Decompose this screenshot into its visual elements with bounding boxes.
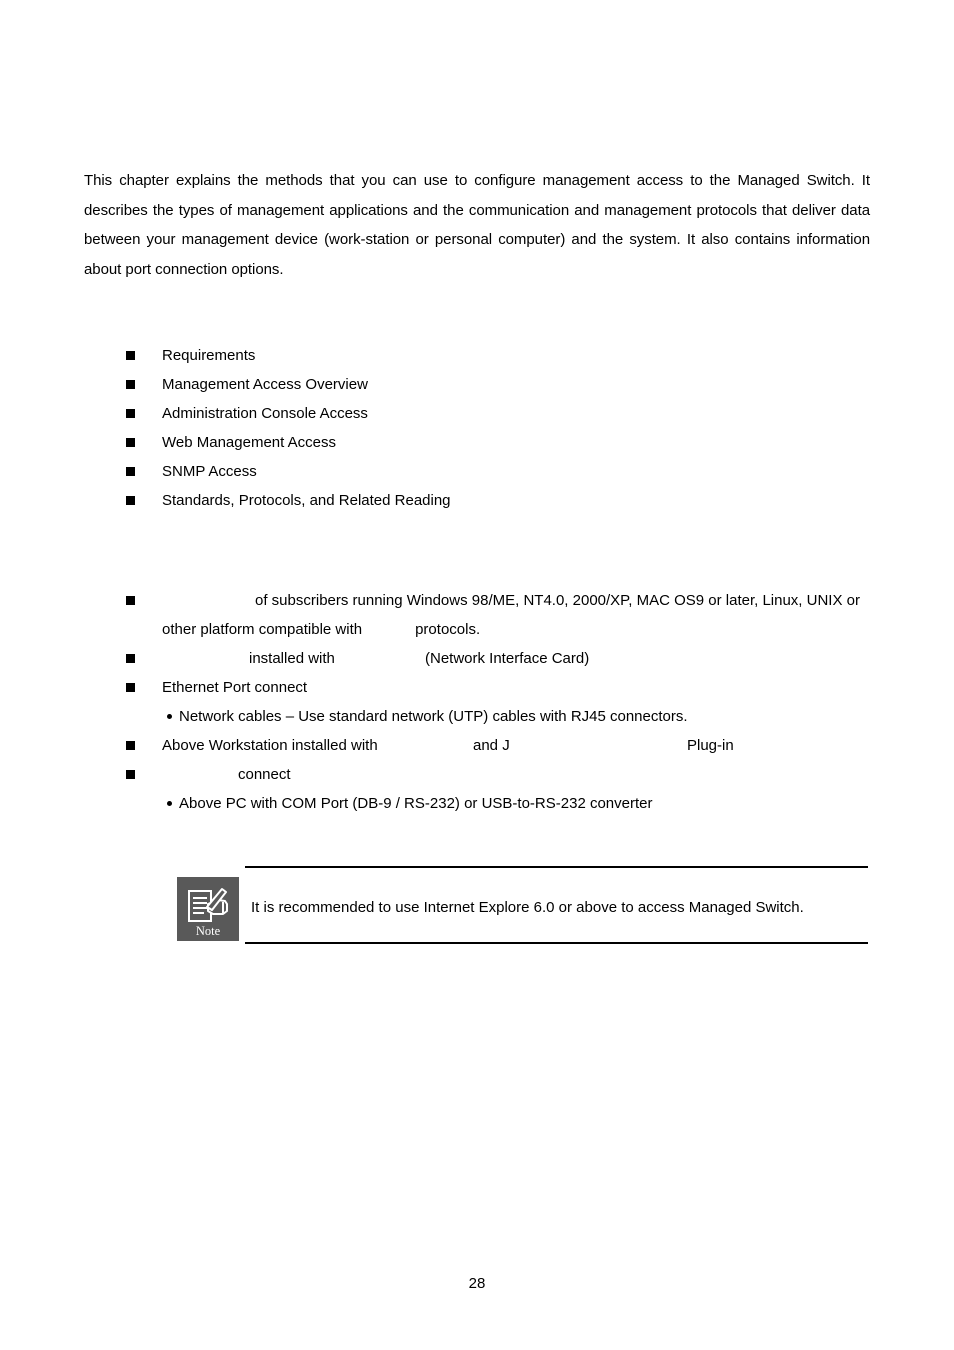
list-item-wrap-prefix: other platform compatible with [162,621,363,638]
list-item: of subscribers running Windows 98/ME, NT… [0,586,954,644]
list-item: Web Management Access [0,428,954,457]
square-bullet-icon [126,770,135,779]
list-item-label: Web Management Access [162,434,336,451]
square-bullet-icon [126,596,135,605]
list-item: Management Access Overview [0,370,954,399]
list-item: Ethernet Port connect [0,673,954,702]
list-item: Administration Console Access [0,399,954,428]
list-item: SNMP Access [0,457,954,486]
sub-list-item-label: Network cables – Use standard network (U… [179,708,688,725]
square-bullet-icon [126,654,135,663]
list-item-label-b: and J [473,737,510,754]
note-callout: Note It is recommended to use Internet E… [177,866,868,952]
chapter-contents-list: Requirements Management Access Overview … [0,341,954,515]
sub-list-item-label: Above PC with COM Port (DB-9 / RS-232) o… [179,795,653,812]
note-pen-document-icon: Note [177,877,239,941]
round-bullet-icon [167,801,172,806]
square-bullet-icon [126,467,135,476]
list-item-label: connect [238,766,291,783]
list-item-wrap-line: other platform compatible with protocols. [162,615,480,644]
list-item-label-b: (Network Interface Card) [425,650,590,667]
list-item-label-a: installed with [249,650,335,667]
square-bullet-icon [126,409,135,418]
list-item-label: of subscribers running Windows 98/ME, NT… [255,592,860,609]
requirements-list: of subscribers running Windows 98/ME, NT… [0,586,954,818]
sub-list-item: Above PC with COM Port (DB-9 / RS-232) o… [0,789,954,818]
square-bullet-icon [126,351,135,360]
list-item: Above Workstation installed with and J P… [0,731,954,760]
list-item-label: Standards, Protocols, and Related Readin… [162,492,451,509]
square-bullet-icon [126,380,135,389]
list-item: Requirements [0,341,954,370]
square-bullet-icon [126,438,135,447]
list-item-label: Administration Console Access [162,405,368,422]
list-item-label-a: Above Workstation installed with [162,737,378,754]
square-bullet-icon [126,741,135,750]
list-item-label: Management Access Overview [162,376,368,393]
list-item: Standards, Protocols, and Related Readin… [0,486,954,515]
list-item-label-c: Plug-in [687,737,734,754]
note-top-divider [245,866,868,868]
note-bottom-divider [245,942,868,944]
list-item-label: SNMP Access [162,463,257,480]
list-item-label: Ethernet Port connect [162,679,308,696]
document-page: This chapter explains the methods that y… [0,0,954,1350]
list-item: installed with (Network Interface Card) [0,644,954,673]
note-icon-label: Note [195,924,221,938]
square-bullet-icon [126,683,135,692]
list-item-wrap-suffix: protocols. [415,621,481,638]
sub-list-item: Network cables – Use standard network (U… [0,702,954,731]
square-bullet-icon [126,496,135,505]
page-number: 28 [468,1275,486,1292]
intro-paragraph: This chapter explains the methods that y… [84,172,870,278]
list-item: connect [0,760,954,789]
list-item-label: Requirements [162,347,256,364]
note-text: It is recommended to use Internet Explor… [251,899,804,916]
round-bullet-icon [167,714,172,719]
